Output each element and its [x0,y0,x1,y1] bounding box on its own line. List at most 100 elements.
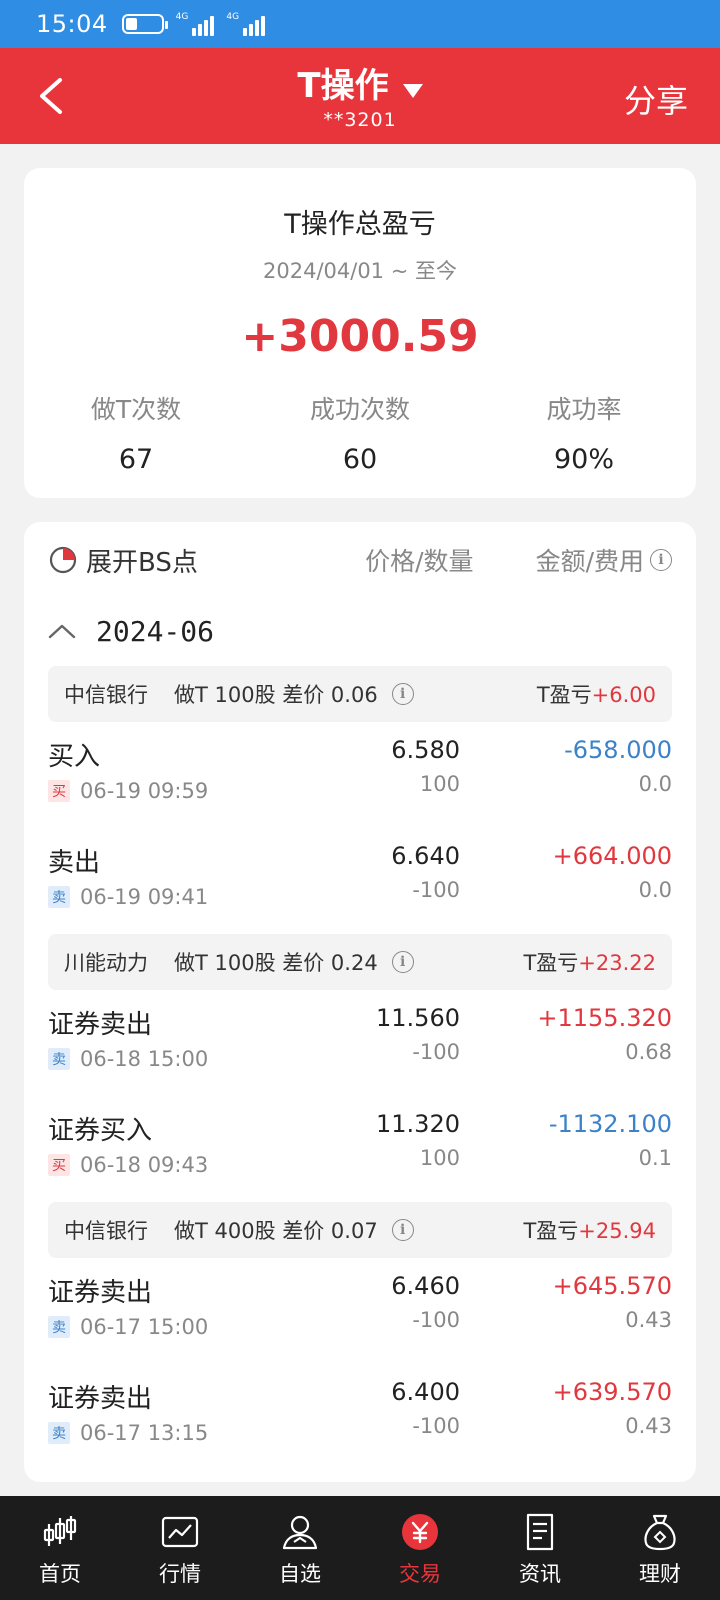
candlestick-icon [43,1516,77,1546]
trade-row[interactable]: 买入 买 06-19 09:59 6.580 100 -658.000 0.0 [48,722,672,828]
trade-fee: 0.0 [638,772,672,796]
trade-time: 06-18 09:43 [80,1153,209,1177]
price-qty-header: 价格/数量 [365,547,474,576]
stat-value: 90% [553,444,614,475]
trade-time: 06-19 09:41 [80,885,209,909]
stock-name: 川能动力 [64,951,148,975]
trade-amount: -1132.100 [548,1110,672,1138]
nav-label: 自选 [279,1562,321,1586]
buy-badge: 买 [48,780,70,802]
stock-name: 中信银行 [64,683,148,707]
trade-price: 11.320 [376,1110,460,1138]
nav-watchlist[interactable]: 自选 [240,1496,360,1600]
sell-badge: 卖 [48,1048,70,1070]
stat-success-rate: 成功率 90% [472,390,696,475]
trade-qty: 100 [419,1146,460,1170]
person-icon [282,1515,318,1550]
info-icon[interactable]: i [391,683,414,705]
stat-label: 成功率 [546,395,622,424]
stock-name: 中信银行 [64,1219,148,1243]
trade-qty: -100 [412,878,460,902]
trade-row[interactable]: 证券卖出 卖 06-17 15:00 6.460 -100 +645.570 0.… [48,1258,672,1364]
t-profit-value: +25.94 [578,1219,656,1243]
total-profit: +3000.59 [241,311,479,362]
date-range: 2024/04/01 ~ 至今 [263,259,457,283]
share-button[interactable]: 分享 [624,76,688,122]
detail-header: 展开BS点 价格/数量 金额/费用 i [48,524,672,596]
dropdown-caret-icon [402,83,423,98]
trade-row[interactable]: 卖出 卖 06-19 09:41 6.640 -100 +664.000 0.0 [48,828,672,934]
document-icon [526,1513,554,1551]
trade-row[interactable]: 证券卖出 卖 06-18 15:00 11.560 -100 +1155.320 … [48,990,672,1096]
sell-badge: 卖 [48,1422,70,1444]
t-group-header: 中信银行 做T 400股 差价 0.07 i T盈亏+25.94 [48,1202,672,1258]
nav-wealth[interactable]: 理财 [600,1496,720,1600]
trade-type: 证券买入 [48,1116,153,1146]
chevron-up-icon [48,624,76,639]
info-icon[interactable]: i [650,549,672,571]
trade-amount: +1155.320 [537,1004,672,1032]
network-type-1: 4G [175,12,189,22]
trade-price: 6.400 [391,1378,460,1406]
month-section-toggle[interactable]: 2024-06 [48,596,672,666]
trade-type: 证券卖出 [48,1010,153,1040]
trade-time: 06-17 15:00 [80,1315,209,1339]
t-profit-label: T盈亏 [536,683,592,707]
trade-qty: 100 [419,772,460,796]
t-profit-label: T盈亏 [523,951,579,975]
trade-price: 6.580 [391,736,460,764]
stat-label: 成功次数 [309,395,410,424]
trade-time: 06-19 09:59 [80,779,209,803]
t-group-header: 中信银行 做T 100股 差价 0.06 i T盈亏+6.00 [48,666,672,722]
trade-row[interactable]: 证券卖出 卖 06-17 13:15 6.400 -100 +639.570 0.… [48,1364,672,1470]
nav-label: 行情 [159,1562,201,1586]
summary-title: T操作总盈亏 [284,209,436,240]
expand-bs-toggle[interactable]: 展开BS点 [48,542,198,579]
trade-qty: -100 [412,1040,460,1064]
t-profit: T盈亏+23.22 [523,947,656,977]
nav-market[interactable]: 行情 [120,1496,240,1600]
chart-icon [161,1516,199,1548]
amount-fee-header: 金额/费用 i [536,542,672,578]
trade-type: 证券卖出 [48,1384,153,1414]
trade-price: 6.460 [391,1272,460,1300]
info-icon[interactable]: i [391,1219,414,1241]
money-bag-icon [644,1514,676,1551]
trade-qty: -100 [412,1308,460,1332]
yen-icon [402,1514,438,1550]
battery-icon [121,14,168,34]
trade-type: 证券卖出 [48,1278,153,1308]
t-profit-value: +23.22 [578,951,656,975]
trade-amount: -658.000 [564,736,672,764]
amount-fee-label: 金额/费用 [535,547,644,576]
bottom-nav: 首页 行情 自选 交易 资讯 理财 [0,1496,720,1600]
nav-label: 首页 [39,1562,81,1586]
trade-fee: 0.43 [625,1308,672,1332]
t-profit: T盈亏+25.94 [523,1215,656,1245]
pie-chart-icon [49,546,77,574]
header: T操作 **3201 分享 [0,48,720,144]
stat-value: 60 [342,444,378,475]
trade-amount: +664.000 [552,842,672,870]
t-group-header: 川能动力 做T 100股 差价 0.24 i T盈亏+23.22 [48,934,672,990]
status-bar: 15:04 4G 4G [0,0,720,48]
detail-card: 展开BS点 价格/数量 金额/费用 i 2024-06 中信银行 做T 100股… [24,522,696,1482]
trade-fee: 0.43 [625,1414,672,1438]
t-description: 做T 100股 差价 0.24 [174,951,378,975]
trade-row[interactable]: 证券买入 买 06-18 09:43 11.320 100 -1132.100 0… [48,1096,672,1202]
account-number: **3201 [323,109,397,131]
stat-t-count: 做T次数 67 [24,390,248,475]
account-selector[interactable]: T操作 **3201 [0,58,720,131]
trade-price: 6.640 [391,842,460,870]
nav-home[interactable]: 首页 [0,1496,120,1600]
t-profit-value: +6.00 [591,683,656,707]
nav-news[interactable]: 资讯 [480,1496,600,1600]
nav-trade[interactable]: 交易 [360,1496,480,1600]
trade-fee: 0.0 [638,878,672,902]
stat-value: 67 [118,444,154,475]
expand-bs-label: 展开BS点 [86,547,198,578]
info-icon[interactable]: i [391,951,414,973]
trade-amount: +639.570 [552,1378,672,1406]
signal-icon: 4G [176,12,215,36]
nav-label: 资讯 [519,1562,561,1586]
